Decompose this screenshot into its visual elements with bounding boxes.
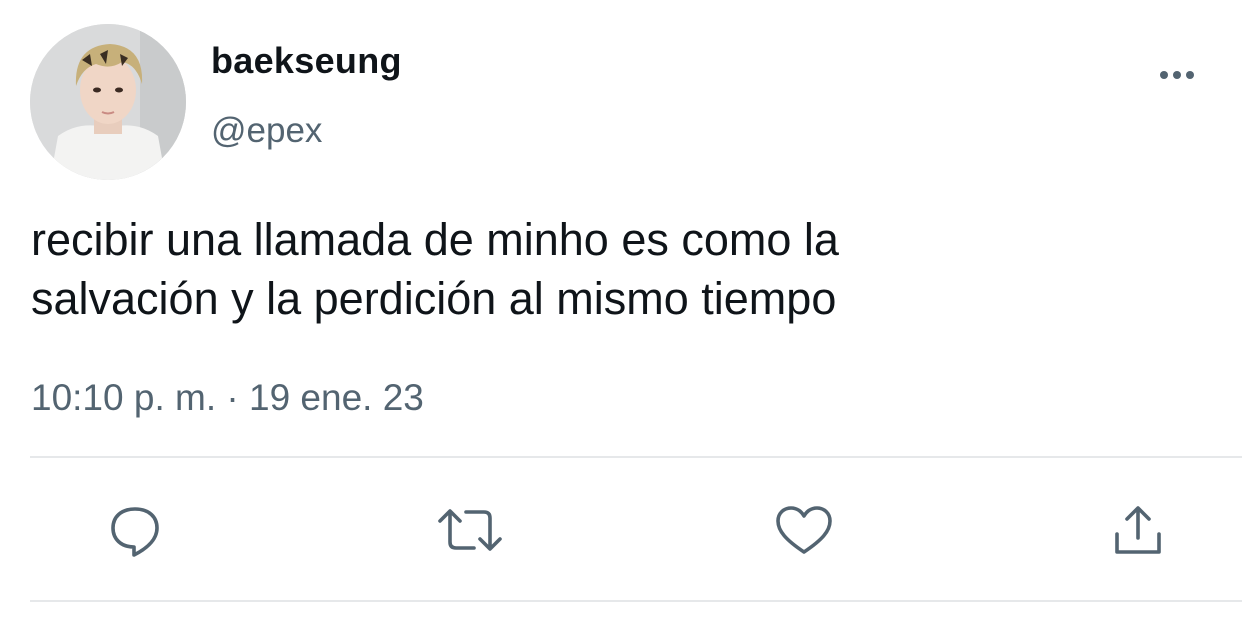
avatar[interactable] <box>30 24 186 180</box>
reply-button[interactable] <box>99 494 171 566</box>
tweet-text-line: salvación y la perdición al mismo tiempo <box>31 273 837 324</box>
divider <box>30 456 1242 458</box>
like-button[interactable] <box>768 494 840 566</box>
avatar-image <box>30 24 186 180</box>
divider <box>30 600 1242 602</box>
reply-icon <box>111 507 159 557</box>
display-name[interactable]: baekseung <box>211 38 402 84</box>
tweet-timestamp[interactable]: 10:10 p. m. · 19 ene. 23 <box>31 374 424 422</box>
retweet-icon <box>438 509 502 551</box>
share-button[interactable] <box>1102 494 1174 566</box>
tweet-text-line: recibir una llamada de minho es como la <box>31 214 839 265</box>
retweet-button[interactable] <box>434 494 506 566</box>
heart-icon <box>776 506 832 554</box>
more-options-button[interactable] <box>1156 58 1202 92</box>
share-icon <box>1115 506 1161 554</box>
more-horizontal-icon <box>1160 71 1194 79</box>
user-handle[interactable]: @epex <box>211 108 322 154</box>
tweet-text: recibir una llamada de minho es como la … <box>31 210 1191 328</box>
